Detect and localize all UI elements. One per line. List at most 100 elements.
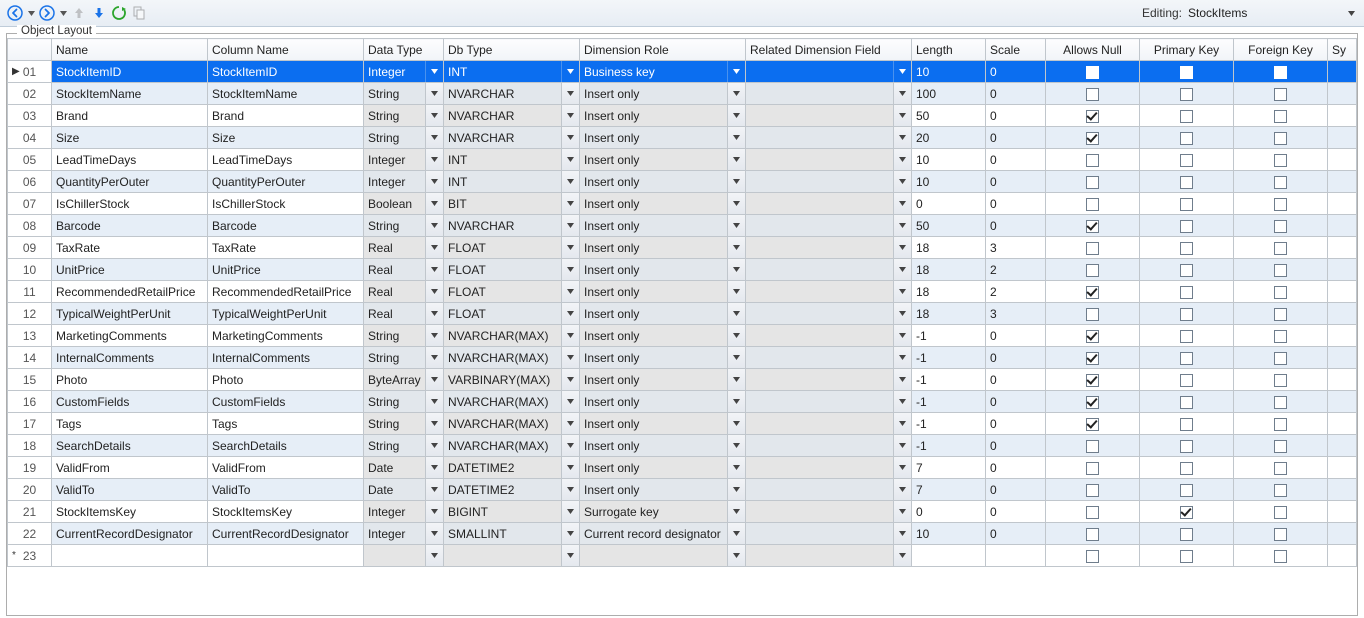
chevron-down-icon[interactable] bbox=[561, 501, 579, 522]
cell-length[interactable] bbox=[912, 545, 986, 567]
cell-scale[interactable]: 0 bbox=[986, 435, 1046, 457]
cell-dimension-role[interactable] bbox=[580, 545, 746, 567]
cell-column-name[interactable]: StockItemName bbox=[208, 83, 364, 105]
checkbox[interactable] bbox=[1180, 88, 1193, 101]
chevron-down-icon[interactable] bbox=[425, 259, 443, 280]
checkbox[interactable] bbox=[1086, 132, 1099, 145]
cell-dimension-role[interactable]: Business key bbox=[580, 61, 746, 83]
checkbox[interactable] bbox=[1180, 506, 1193, 519]
cell-system[interactable] bbox=[1328, 303, 1357, 325]
cell-dimension-role[interactable]: Insert only bbox=[580, 259, 746, 281]
chevron-down-icon[interactable] bbox=[561, 105, 579, 126]
cell-length[interactable]: 7 bbox=[912, 479, 986, 501]
chevron-down-icon[interactable] bbox=[425, 479, 443, 500]
cell-system[interactable] bbox=[1328, 83, 1357, 105]
cell-length[interactable]: -1 bbox=[912, 435, 986, 457]
cell-db-type[interactable]: INT bbox=[444, 61, 580, 83]
checkbox[interactable] bbox=[1274, 286, 1287, 299]
cell-name[interactable]: TaxRate bbox=[52, 237, 208, 259]
cell-name[interactable]: Brand bbox=[52, 105, 208, 127]
cell-dimension-role[interactable]: Insert only bbox=[580, 237, 746, 259]
cell-allows-null[interactable] bbox=[1046, 479, 1140, 501]
cell-allows-null[interactable] bbox=[1046, 457, 1140, 479]
cell-column-name[interactable]: CustomFields bbox=[208, 391, 364, 413]
cell-related-dim-field[interactable] bbox=[746, 325, 912, 347]
row-gutter[interactable]: 02 bbox=[8, 83, 52, 105]
chevron-down-icon[interactable] bbox=[727, 83, 745, 104]
chevron-down-icon[interactable] bbox=[727, 369, 745, 390]
cell-name[interactable]: Tags bbox=[52, 413, 208, 435]
cell-data-type[interactable]: Integer bbox=[364, 149, 444, 171]
cell-foreign-key[interactable] bbox=[1234, 171, 1328, 193]
table-row[interactable]: *23 bbox=[8, 545, 1357, 567]
cell-foreign-key[interactable] bbox=[1234, 545, 1328, 567]
cell-length[interactable]: 10 bbox=[912, 149, 986, 171]
forward-button[interactable] bbox=[38, 4, 56, 22]
cell-data-type[interactable]: Integer bbox=[364, 523, 444, 545]
cell-related-dim-field[interactable] bbox=[746, 237, 912, 259]
cell-dimension-role[interactable]: Insert only bbox=[580, 435, 746, 457]
chevron-down-icon[interactable] bbox=[425, 149, 443, 170]
cell-scale[interactable]: 0 bbox=[986, 193, 1046, 215]
checkbox[interactable] bbox=[1274, 176, 1287, 189]
chevron-down-icon[interactable] bbox=[727, 303, 745, 324]
cell-scale[interactable]: 3 bbox=[986, 237, 1046, 259]
cell-data-type[interactable]: Real bbox=[364, 281, 444, 303]
cell-related-dim-field[interactable] bbox=[746, 369, 912, 391]
table-row[interactable]: 13MarketingCommentsMarketingCommentsStri… bbox=[8, 325, 1357, 347]
cell-primary-key[interactable] bbox=[1140, 215, 1234, 237]
cell-column-name[interactable]: InternalComments bbox=[208, 347, 364, 369]
chevron-down-icon[interactable] bbox=[425, 347, 443, 368]
cell-length[interactable]: 18 bbox=[912, 259, 986, 281]
cell-foreign-key[interactable] bbox=[1234, 127, 1328, 149]
cell-allows-null[interactable] bbox=[1046, 369, 1140, 391]
checkbox[interactable] bbox=[1274, 440, 1287, 453]
cell-length[interactable]: 18 bbox=[912, 237, 986, 259]
chevron-down-icon[interactable] bbox=[727, 413, 745, 434]
checkbox[interactable] bbox=[1180, 396, 1193, 409]
cell-column-name[interactable]: Barcode bbox=[208, 215, 364, 237]
cell-data-type[interactable]: Date bbox=[364, 479, 444, 501]
table-row[interactable]: 07IsChillerStockIsChillerStockBooleanBIT… bbox=[8, 193, 1357, 215]
cell-db-type[interactable] bbox=[444, 545, 580, 567]
checkbox[interactable] bbox=[1086, 176, 1099, 189]
checkbox[interactable] bbox=[1180, 220, 1193, 233]
checkbox[interactable] bbox=[1086, 110, 1099, 123]
cell-allows-null[interactable] bbox=[1046, 545, 1140, 567]
cell-db-type[interactable]: BIT bbox=[444, 193, 580, 215]
cell-related-dim-field[interactable] bbox=[746, 61, 912, 83]
chevron-down-icon[interactable] bbox=[425, 171, 443, 192]
col-header-dimension-role[interactable]: Dimension Role bbox=[580, 39, 746, 61]
cell-allows-null[interactable] bbox=[1046, 171, 1140, 193]
checkbox[interactable] bbox=[1180, 66, 1193, 79]
row-gutter[interactable]: 10 bbox=[8, 259, 52, 281]
chevron-down-icon[interactable] bbox=[561, 325, 579, 346]
table-row[interactable]: 14InternalCommentsInternalCommentsString… bbox=[8, 347, 1357, 369]
cell-db-type[interactable]: INT bbox=[444, 171, 580, 193]
cell-length[interactable]: -1 bbox=[912, 391, 986, 413]
chevron-down-icon[interactable] bbox=[727, 347, 745, 368]
cell-name[interactable]: Size bbox=[52, 127, 208, 149]
cell-data-type[interactable] bbox=[364, 545, 444, 567]
chevron-down-icon[interactable] bbox=[727, 193, 745, 214]
chevron-down-icon[interactable] bbox=[727, 127, 745, 148]
chevron-down-icon[interactable] bbox=[893, 523, 911, 544]
cell-primary-key[interactable] bbox=[1140, 391, 1234, 413]
cell-column-name[interactable]: Tags bbox=[208, 413, 364, 435]
cell-primary-key[interactable] bbox=[1140, 479, 1234, 501]
checkbox[interactable] bbox=[1180, 154, 1193, 167]
chevron-down-icon[interactable] bbox=[561, 127, 579, 148]
table-row[interactable]: 06QuantityPerOuterQuantityPerOuterIntege… bbox=[8, 171, 1357, 193]
cell-related-dim-field[interactable] bbox=[746, 149, 912, 171]
chevron-down-icon[interactable] bbox=[893, 215, 911, 236]
cell-primary-key[interactable] bbox=[1140, 413, 1234, 435]
table-row[interactable]: 20ValidToValidToDateDATETIME2Insert only… bbox=[8, 479, 1357, 501]
table-row[interactable]: 10UnitPriceUnitPriceRealFLOATInsert only… bbox=[8, 259, 1357, 281]
chevron-down-icon[interactable] bbox=[561, 193, 579, 214]
cell-foreign-key[interactable] bbox=[1234, 83, 1328, 105]
checkbox[interactable] bbox=[1086, 330, 1099, 343]
refresh-button[interactable] bbox=[110, 4, 128, 22]
checkbox[interactable] bbox=[1180, 484, 1193, 497]
cell-foreign-key[interactable] bbox=[1234, 215, 1328, 237]
cell-length[interactable]: -1 bbox=[912, 325, 986, 347]
